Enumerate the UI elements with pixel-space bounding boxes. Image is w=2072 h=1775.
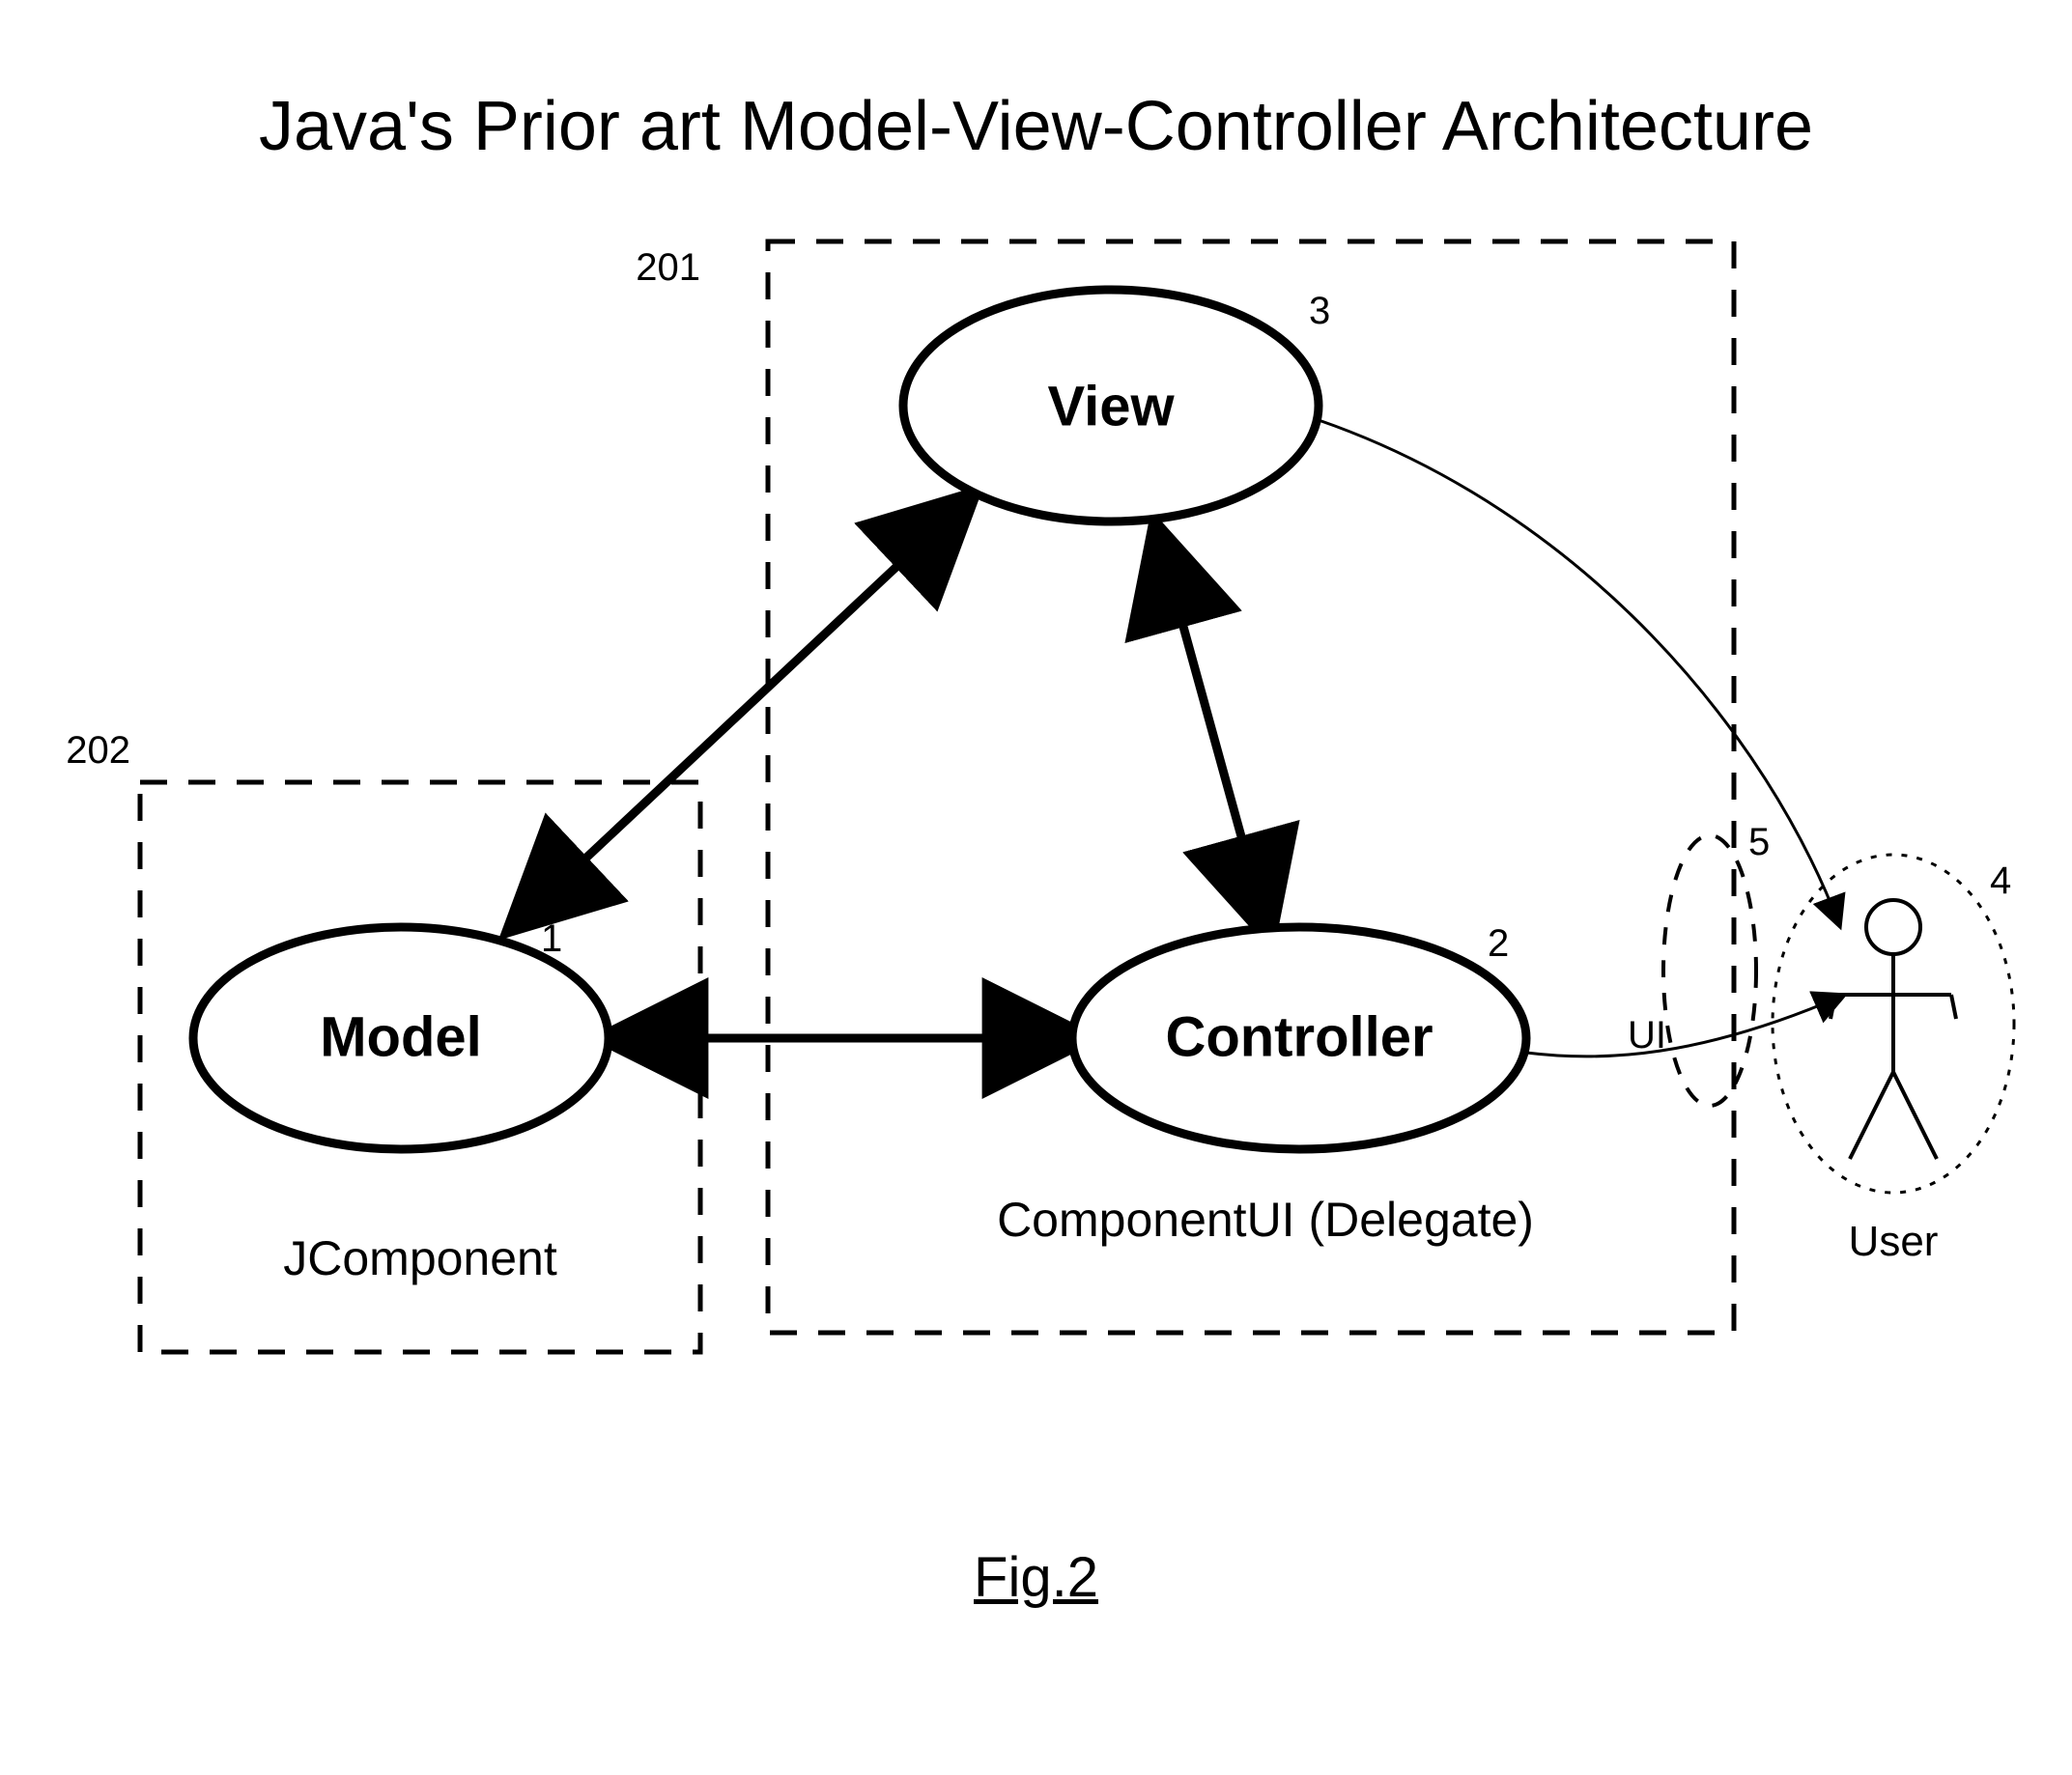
edge-view-controller bbox=[1154, 521, 1270, 942]
user-label: User bbox=[1849, 1218, 1939, 1265]
view-node-number: 3 bbox=[1309, 290, 1330, 332]
user-stick-figure-icon bbox=[1831, 900, 1956, 1159]
ui-boundary-ellipse bbox=[1663, 835, 1756, 1106]
edge-model-view bbox=[507, 493, 976, 932]
ui-boundary-number: 5 bbox=[1748, 821, 1770, 863]
controller-node-number: 2 bbox=[1488, 922, 1509, 965]
view-node-label: View bbox=[1047, 375, 1175, 437]
componentui-box-number: 201 bbox=[636, 246, 700, 289]
ui-label: UI bbox=[1628, 1014, 1666, 1057]
jcomponent-box-number: 202 bbox=[66, 729, 130, 772]
model-node-number: 1 bbox=[541, 917, 562, 960]
controller-node-label: Controller bbox=[1165, 1005, 1433, 1068]
model-node-label: Model bbox=[320, 1005, 482, 1068]
user-number: 4 bbox=[1990, 859, 2011, 902]
mvc-diagram: ComponentUI (Delegate) 201 JComponent 20… bbox=[0, 0, 2072, 1775]
edge-controller-user bbox=[1526, 995, 1845, 1057]
componentui-box-label: ComponentUI (Delegate) bbox=[997, 1193, 1534, 1247]
jcomponent-box-label: JComponent bbox=[283, 1231, 557, 1285]
